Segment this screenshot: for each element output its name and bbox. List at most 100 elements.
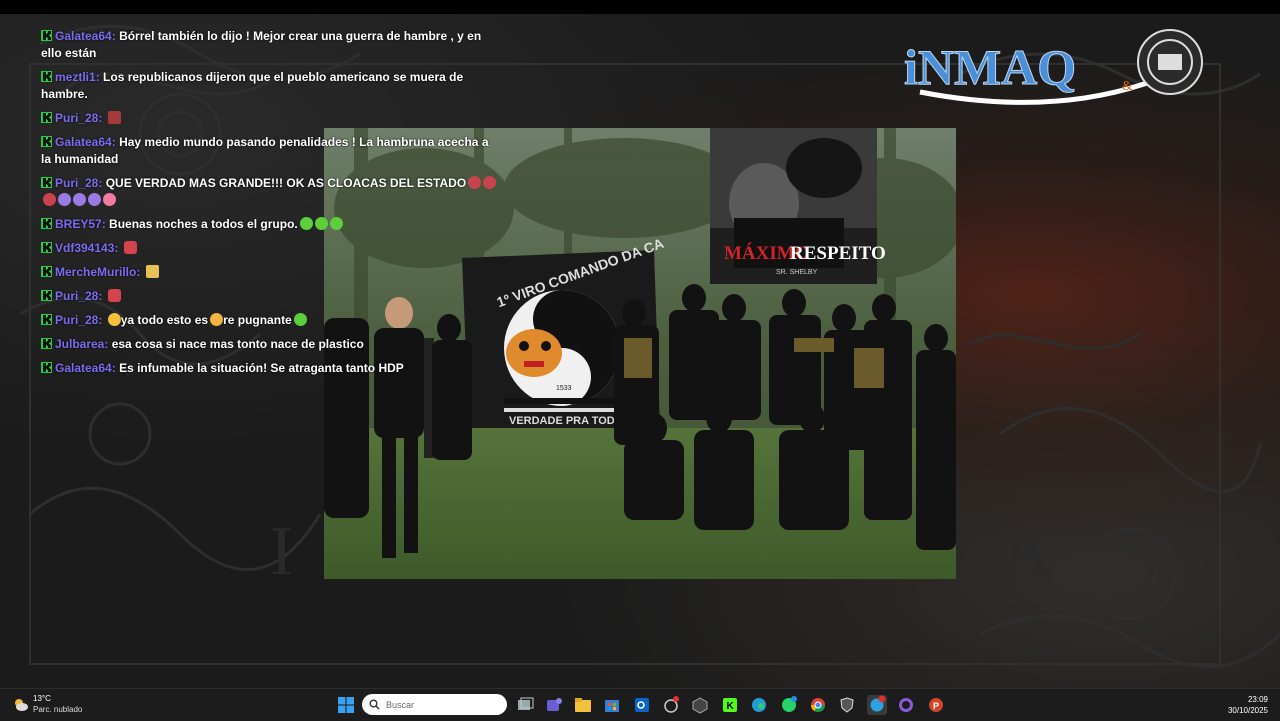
chat-colon: : <box>114 241 122 255</box>
nause-emoji-icon <box>329 217 343 230</box>
chat-username[interactable]: Galatea64 <box>55 29 112 43</box>
svg-text:K: K <box>727 701 735 712</box>
kick-badge-icon <box>41 30 52 41</box>
svg-text:P: P <box>933 701 939 711</box>
edge-icon[interactable] <box>749 695 769 715</box>
logo-text: iNMAQ <box>904 39 1076 95</box>
taskbar-search-input[interactable] <box>362 694 507 715</box>
chat-colon: : <box>111 29 120 43</box>
weather-description: Parc. nublado <box>33 705 83 714</box>
chat-message: Puri_28: <box>41 288 501 305</box>
circle-app-icon[interactable] <box>896 695 916 715</box>
kick-badge-icon <box>41 338 52 349</box>
chat-colon: : <box>101 217 110 231</box>
channel-logo: iNMAQ & <box>900 22 1210 112</box>
kick-badge-icon <box>41 242 52 253</box>
chat-colon: : <box>136 265 144 279</box>
app-notification-icon[interactable] <box>661 695 681 715</box>
chat-colon: : <box>111 361 120 375</box>
windows-start-icon[interactable] <box>336 695 356 715</box>
weather-temperature: 13°C <box>33 694 51 703</box>
angry-emoji-icon <box>107 289 121 302</box>
pig-emoji-icon <box>103 193 116 206</box>
wing-emoji-icon <box>145 265 159 278</box>
angry-emoji-icon <box>123 241 137 254</box>
partly-cloudy-icon <box>15 699 28 711</box>
chat-message: Puri_28: <box>41 110 501 127</box>
nause-emoji-icon <box>314 217 328 230</box>
chat-message: MercheMurillo: <box>41 264 501 281</box>
chat-text: ya todo esto es <box>120 313 209 327</box>
chat-colon: : <box>98 313 106 327</box>
banner-text-bottom: VERDADE PRA TODOS <box>509 415 631 427</box>
chat-username[interactable]: Puri_28 <box>55 176 98 190</box>
top-black-bar <box>0 0 1280 14</box>
poop-emoji-icon <box>483 176 497 189</box>
teams-icon[interactable] <box>544 695 564 715</box>
outlook-icon[interactable] <box>632 695 652 715</box>
avatar-emoji-icon <box>107 111 121 124</box>
task-view-icon[interactable] <box>515 695 535 715</box>
chat-overlay: Galatea64: Bórrel también lo dijo ! Mejo… <box>41 28 501 384</box>
chat-text: Los republicanos dijeron que el pueblo a… <box>41 70 464 101</box>
chat-message: BREY57: Buenas noches a todos el grupo. <box>41 216 501 233</box>
chat-username[interactable]: Puri_28 <box>55 313 98 327</box>
telegram-icon[interactable] <box>867 695 887 715</box>
chat-username[interactable]: meztli1 <box>55 70 96 84</box>
chat-username[interactable]: MercheMurillo <box>55 265 136 279</box>
chat-colon: : <box>95 70 104 84</box>
chat-username[interactable]: Puri_28 <box>55 111 98 125</box>
chat-colon: : <box>98 111 106 125</box>
file-explorer-icon[interactable] <box>573 695 593 715</box>
svg-text:I: I <box>270 513 293 590</box>
poster-title-white: RESPEITO <box>790 243 886 264</box>
scream-emoji-icon <box>107 313 121 326</box>
banner-number: 1533 <box>556 385 572 392</box>
kick-badge-icon <box>41 136 52 147</box>
microsoft-store-icon[interactable] <box>602 695 622 715</box>
nause-emoji-icon <box>293 313 307 326</box>
powerpoint-icon[interactable]: P <box>926 695 946 715</box>
vpn-shield-icon[interactable] <box>837 695 857 715</box>
chat-text: Es infumable la situación! Se atraganta … <box>119 361 404 375</box>
chat-message: meztli1: Los republicanos dijeron que el… <box>41 69 501 103</box>
kick-badge-icon <box>41 218 52 229</box>
logo-ampersand: & <box>1122 79 1133 94</box>
chat-colon: : <box>111 135 120 149</box>
poster-image: MÁXIMO RESPEITO SR. SHELBY <box>710 128 886 284</box>
clock-date: 30/10/2025 <box>1227 706 1268 715</box>
chat-username[interactable]: Galatea64 <box>55 135 112 149</box>
chrome-icon[interactable] <box>808 695 828 715</box>
whatsapp-icon[interactable] <box>779 695 799 715</box>
poster-subtitle: SR. SHELBY <box>776 269 818 276</box>
chat-colon: : <box>98 176 106 190</box>
poop-emoji-icon <box>468 176 482 189</box>
kick-badge-icon <box>41 362 52 373</box>
cry-emoji-icon <box>210 313 224 326</box>
streaming-app-icon[interactable] <box>690 695 710 715</box>
system-clock[interactable]: 23:09 30/10/2025 <box>1228 694 1268 716</box>
chat-message: Galatea64: Bórrel también lo dijo ! Mejo… <box>41 28 501 62</box>
chat-message: Julbarea: esa cosa si nace mas tonto nac… <box>41 336 501 353</box>
kick-badge-icon <box>41 112 52 123</box>
chat-username[interactable]: BREY57 <box>55 217 102 231</box>
svg-text:A: A <box>1000 513 1051 590</box>
chat-message: Vdf394143: <box>41 240 501 257</box>
devil-emoji-icon <box>58 193 71 206</box>
chat-text-continued: re pugnante <box>223 313 292 327</box>
kick-app-icon[interactable]: K <box>720 695 740 715</box>
chat-message: Puri_28: ya todo esto es re pugnante <box>41 312 501 329</box>
chat-message: Galatea64: Es infumable la situación! Se… <box>41 360 501 377</box>
chat-username[interactable]: Galatea64 <box>55 361 112 375</box>
search-icon <box>369 699 380 710</box>
poop-emoji-icon <box>43 193 56 206</box>
devil-emoji-icon <box>73 193 86 206</box>
kick-badge-icon <box>41 177 52 188</box>
kick-badge-icon <box>41 314 52 325</box>
chat-text: QUE VERDAD MAS GRANDE!!! OK AS CLOACAS D… <box>105 176 467 190</box>
chat-username[interactable]: Puri_28 <box>55 289 98 303</box>
chat-username[interactable]: Vdf394143 <box>55 241 114 255</box>
chat-message: Galatea64: Hay medio mundo pasando penal… <box>41 134 501 168</box>
kick-badge-icon <box>41 71 52 82</box>
chat-username[interactable]: Julbarea <box>55 337 104 351</box>
